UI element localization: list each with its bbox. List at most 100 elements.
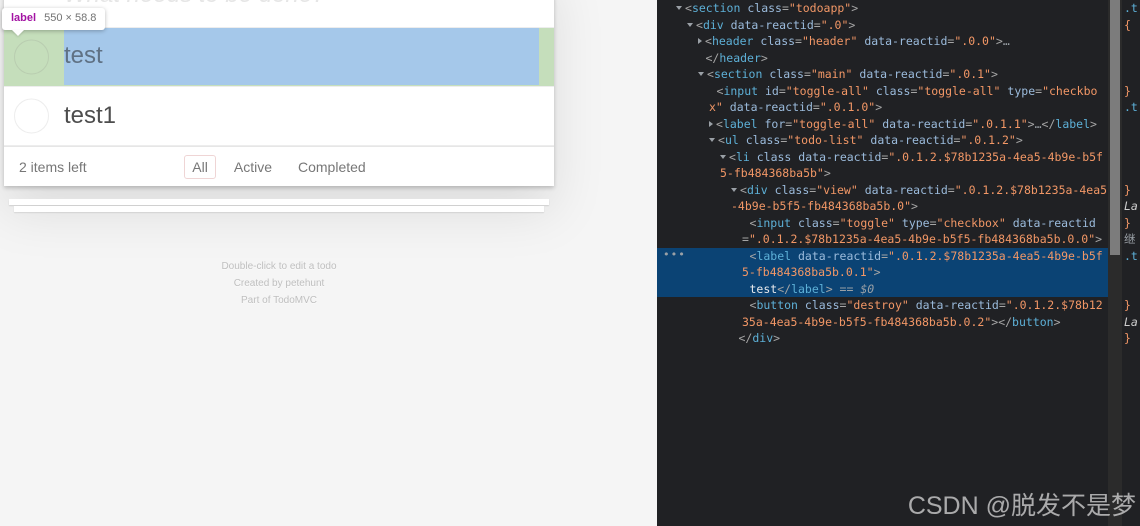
code-token-punct: < [729,149,736,164]
todo-item[interactable]: test1 [4,87,554,146]
dom-tree-line[interactable]: <header class="header" data-reactid=".0.… [657,33,1108,50]
code-token-punct: = [881,248,889,263]
filter-all[interactable]: All [184,154,216,179]
code-token-punct: > [825,281,833,296]
styles-pane-line[interactable] [1122,149,1140,166]
styles-pane-line[interactable]: La [1122,198,1140,215]
styles-pane-line[interactable] [1122,50,1140,67]
dom-tree-line[interactable]: </div> [657,330,1108,347]
css-brace: } [1124,182,1131,197]
code-token-punct [1006,216,1013,230]
styles-pane-line[interactable]: } [1122,182,1140,199]
disclosure-triangle-expanded-icon[interactable] [676,6,682,10]
dom-tree-line[interactable]: <label data-reactid=".0.1.2.$78b1235a-4e… [657,247,1108,281]
styles-pane-line[interactable] [1122,165,1140,182]
todo-item-label[interactable]: test1 [64,87,554,146]
code-token-punct: > [1027,116,1035,131]
dom-tree-line[interactable]: <div data-reactid=".0"> [657,17,1108,34]
code-token-attrname: class [756,149,792,164]
dom-tree-line[interactable]: <label for="toggle-all" data-reactid=".0… [657,116,1108,133]
code-token-punct: = [998,298,1006,312]
code-token-punct [750,150,757,164]
code-token-tagname: input [756,215,792,230]
dom-tree-line[interactable]: </header> [657,50,1108,67]
filter-active[interactable]: Active [226,155,280,179]
code-token-punct: </ [777,281,792,296]
dom-tree-line[interactable]: <ul class="todo-list" data-reactid=".0.1… [657,132,1108,149]
css-inherited-label: 继 [1124,232,1136,246]
toggle-checkbox-icon[interactable] [14,39,49,75]
css-blank [1124,67,1131,81]
code-token-punct [758,117,765,131]
styles-pane-line[interactable]: La [1122,314,1140,331]
styles-pane-line[interactable] [1122,33,1140,50]
code-token-punct: < [685,1,692,15]
devtools-styles-pane[interactable]: .t { } .t } La} 继 .t } La} [1122,0,1140,526]
code-token-ellipsis: … [1034,116,1042,131]
css-brace: } [1124,215,1131,230]
code-token-punct: = [742,232,749,246]
disclosure-triangle-collapsed-icon[interactable] [698,38,702,44]
code-token-tagname: ul [724,133,739,147]
code-token-punct: > [1053,314,1061,329]
code-token-punct: < [707,67,714,81]
dom-tree-line[interactable]: <section class="todoapp"> [657,0,1108,17]
code-token-attrval: "toggle-all" [792,116,876,131]
scrollbar-thumb[interactable] [1110,0,1120,255]
devtools-elements-tree[interactable]: <section class="todoapp"> <div data-react… [657,0,1108,526]
code-token-attrname: class [747,1,782,15]
code-token-attrname: data-reactid [915,298,999,312]
disclosure-triangle-expanded-icon[interactable] [720,154,726,159]
filter-completed[interactable]: Completed [290,155,374,179]
css-source-link: La [1124,314,1138,329]
code-token-punct [895,216,902,230]
styles-pane-line[interactable]: .t [1122,248,1140,265]
devtools-scrollbar[interactable] [1108,0,1122,526]
dom-tree-line[interactable]: <div class="view" data-reactid=".0.1.2.$… [657,182,1108,215]
disclosure-triangle-expanded-icon[interactable] [698,72,704,76]
code-token-punct: = [803,67,811,81]
dom-tree-line[interactable]: test</label> == $0 [657,280,1108,297]
inspector-badge-pointer [12,30,24,37]
disclosure-triangle-collapsed-icon[interactable] [709,120,713,127]
code-token-attrval: "todoapp" [788,1,852,15]
dom-tree-line[interactable]: <input class="toggle" type="checkbox" da… [657,215,1108,248]
dom-tree-line[interactable]: <button class="destroy" data-reactid=".0… [657,297,1108,330]
css-blank [1124,166,1131,180]
code-token-tagname: div [702,17,724,32]
css-selector: .t [1124,1,1138,15]
styles-pane-line[interactable]: } [1122,297,1140,314]
styles-pane-line[interactable]: } [1122,215,1140,232]
styles-pane-line[interactable]: 继 [1122,231,1140,248]
code-token-attrname: class [760,34,796,48]
styles-pane-line[interactable]: .t [1122,99,1140,116]
todo-item-inspected[interactable]: test [4,28,554,87]
styles-pane-line[interactable] [1122,66,1140,83]
css-source-link: La [1124,199,1138,213]
styles-pane-line[interactable] [1122,132,1140,149]
code-token-attrval: "header" [801,34,858,48]
styles-pane-line[interactable] [1122,264,1140,281]
toggle-checkbox-icon[interactable] [14,98,49,134]
styles-pane-line[interactable]: .t [1122,0,1140,17]
dom-tree-line[interactable]: <input id="toggle-all" class="toggle-all… [657,83,1108,116]
code-token-attrval: "toggle-all" [785,83,869,98]
code-token-attrname: data-reactid [859,67,943,81]
disclosure-triangle-expanded-icon[interactable] [731,187,737,192]
styles-pane-line[interactable] [1122,116,1140,133]
code-token-punct: > [875,100,883,114]
disclosure-triangle-expanded-icon[interactable] [687,22,693,27]
disclosure-triangle-expanded-icon[interactable] [709,138,715,142]
code-token-tagname: label [791,281,826,296]
styles-pane-line[interactable]: { [1122,17,1140,34]
code-token-punct: > [1015,133,1023,147]
dom-tree-line[interactable]: <section class="main" data-reactid=".0.1… [657,66,1108,83]
styles-pane-line[interactable]: } [1122,330,1140,347]
todo-item-label[interactable]: test [64,28,539,85]
screenshot-root: test test1 2 items left All Active Compl… [0,0,1140,526]
styles-pane-line[interactable] [1122,281,1140,298]
dom-tree-line[interactable]: <li class data-reactid=".0.1.2.$78b1235a… [657,149,1108,182]
code-token-punct: > [851,1,859,15]
code-token-punct: > [873,265,881,279]
styles-pane-line[interactable]: } [1122,83,1140,100]
